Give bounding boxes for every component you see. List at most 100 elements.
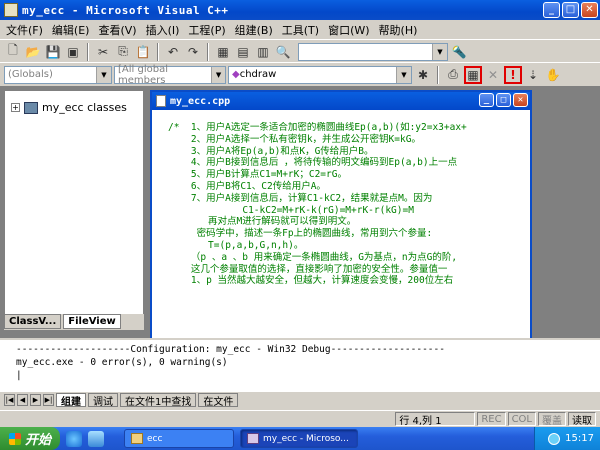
code-line: 6、用户B将C1、C2传给用户A。 — [168, 180, 326, 192]
chevron-down-icon[interactable]: ▼ — [396, 66, 411, 83]
toolbar-separator — [157, 42, 159, 61]
copy-icon[interactable]: ⎘ — [114, 43, 132, 61]
tab-next-icon[interactable]: ▶ — [30, 394, 41, 406]
new-file-icon[interactable]: 🗋 — [4, 43, 22, 61]
editor-close-button[interactable]: ✕ — [513, 93, 528, 107]
tab-classview[interactable]: ClassV... — [4, 314, 62, 329]
stop-build-icon[interactable]: ✕ — [484, 66, 502, 84]
menu-project[interactable]: 工程(P) — [188, 22, 225, 38]
app-icon — [4, 3, 18, 17]
find-combo[interactable]: ▼ — [298, 42, 448, 61]
editor-title-bar: my_ecc.cpp _ □ ✕ — [152, 92, 530, 110]
chevron-down-icon[interactable]: ▼ — [211, 66, 225, 83]
start-button[interactable]: 开始 — [0, 427, 60, 450]
class-combo[interactable]: (Globals) ▼ — [4, 65, 112, 84]
editor-title: my_ecc.cpp — [170, 95, 231, 107]
workspace-icon[interactable]: ▦ — [214, 43, 232, 61]
wizard-bar: (Globals) ▼ [All global members ▼ ◆chdraw ▼… — [0, 62, 600, 86]
tab-first-icon[interactable]: |◀ — [4, 394, 15, 406]
menu-help[interactable]: 帮助(H) — [379, 22, 418, 38]
folder-icon — [131, 433, 143, 444]
output-tabs: |◀ ◀ ▶ ▶| 组建 调试 在文件1中查找 在文件 — [0, 392, 600, 408]
execute-icon[interactable]: ! — [504, 65, 522, 84]
go-debug-icon[interactable]: ⇣ — [524, 66, 542, 84]
msvc-icon — [247, 433, 259, 444]
tab-find-in-files-2[interactable]: 在文件 — [198, 393, 239, 408]
paste-icon[interactable]: 📋 — [134, 43, 152, 61]
standard-toolbar: 🗋 📂 💾 ▣ ✂ ⎘ 📋 ↶ ↷ ▦ ▤ ▥ 🔍 ▼ 🔦 — [0, 39, 600, 63]
build-icon[interactable]: ▦ — [464, 65, 482, 84]
tab-find-in-files-1[interactable]: 在文件1中查找 — [120, 393, 197, 408]
editor-minimize-button[interactable]: _ — [479, 93, 494, 107]
menu-window[interactable]: 窗口(W) — [328, 22, 369, 38]
code-line: 密码学中，描述一条Fp上的椭圆曲线，常用到六个参量: — [168, 228, 433, 240]
code-line: 2、用户A选择一个私有密钥k，并生成公开密钥K=kG。 — [168, 133, 421, 145]
chevron-down-icon[interactable]: ▼ — [96, 66, 111, 83]
class-view-pane: + my_ecc classes — [4, 90, 144, 328]
output-text: --------------------Configuration: my_ec… — [16, 344, 445, 381]
code-line: 5、用户B计算点C1=M+rK；C2=rG。 — [168, 169, 347, 181]
menu-tools[interactable]: 工具(T) — [282, 22, 319, 38]
task-ecc[interactable]: ecc — [124, 429, 234, 448]
open-folder-icon[interactable]: 📂 — [24, 43, 42, 61]
menu-file[interactable]: 文件(F) — [6, 22, 43, 38]
code-line: T=(p,a,b,G,n,h)。 — [168, 239, 304, 251]
find-in-files-icon[interactable]: 🔍 — [274, 43, 292, 61]
code-line: （p 、a 、b 用来确定一条椭圆曲线，G为基点，n为点G的阶, — [168, 251, 458, 263]
overwrite-indicator: 覆盖 — [538, 412, 566, 427]
window-controls: _ □ ✕ — [543, 2, 598, 18]
network-icon[interactable] — [548, 432, 561, 445]
taskbar: 开始 ecc my_ecc - Microso... 15:17 — [0, 427, 600, 450]
text-cursor: | — [16, 370, 22, 381]
menu-insert[interactable]: 插入(I) — [146, 22, 180, 38]
read-indicator: 读取 — [568, 412, 596, 427]
breakpoint-icon[interactable]: ✋ — [544, 66, 562, 84]
tab-build[interactable]: 组建 — [56, 393, 86, 408]
window-list-icon[interactable]: ▥ — [254, 43, 272, 61]
save-all-icon[interactable]: ▣ — [64, 43, 82, 61]
save-icon[interactable]: 💾 — [44, 43, 62, 61]
col-indicator: COL — [507, 412, 536, 426]
function-icon: ◆ — [232, 69, 240, 80]
chevron-down-icon[interactable]: ▼ — [432, 43, 447, 60]
compile-icon[interactable]: ⎙ — [444, 66, 462, 84]
redo-icon[interactable]: ↷ — [184, 43, 202, 61]
menu-edit[interactable]: 编辑(E) — [52, 22, 90, 38]
tab-prev-icon[interactable]: ◀ — [17, 394, 28, 406]
code-line: C1-kC2=M+rK-k(rG)=M+rK-r(kG)=M — [168, 204, 414, 216]
classes-icon — [24, 101, 38, 114]
menu-build[interactable]: 组建(B) — [235, 22, 273, 38]
code-line: /* 1、用户A选定一条适合加密的椭圆曲线Ep(a,b)(如:y2=x3+ax+ — [168, 122, 467, 133]
task-msvc[interactable]: my_ecc - Microso... — [240, 429, 358, 448]
wizard-action-icon[interactable]: ✱ — [414, 66, 432, 84]
tab-debug[interactable]: 调试 — [88, 393, 118, 408]
undo-icon[interactable]: ↶ — [164, 43, 182, 61]
menu-view[interactable]: 查看(V) — [98, 22, 136, 38]
show-desktop-icon[interactable] — [88, 430, 104, 447]
ie-icon[interactable] — [66, 430, 82, 447]
close-button[interactable]: ✕ — [581, 2, 598, 18]
minimize-button[interactable]: _ — [543, 2, 560, 18]
maximize-button[interactable]: □ — [562, 2, 579, 18]
output-window-icon[interactable]: ▤ — [234, 43, 252, 61]
code-editor[interactable]: /* 1、用户A选定一条适合加密的椭圆曲线Ep(a,b)(如:y2=x3+ax+… — [168, 122, 534, 340]
members-combo[interactable]: [All global members ▼ — [114, 64, 226, 86]
menu-bar: 文件(F) 编辑(E) 查看(V) 插入(I) 工程(P) 组建(B) 工具(T… — [0, 20, 600, 39]
cut-icon[interactable]: ✂ — [94, 43, 112, 61]
class-tree-root[interactable]: + my_ecc classes — [11, 101, 127, 114]
editor-maximize-button[interactable]: □ — [496, 93, 511, 107]
code-line: 1、p 当然越大越安全，但越大，计算速度会变慢，200位左右 — [168, 275, 454, 287]
code-line: 4、用户B接到信息后 ，将待传输的明文编码到Ep(a,b)上一点 — [168, 157, 458, 169]
tab-last-icon[interactable]: ▶| — [43, 394, 54, 406]
document-icon — [156, 95, 166, 107]
editor-window: my_ecc.cpp _ □ ✕ /* 1、用户A选定一条适合加密的椭圆曲线Ep… — [150, 90, 532, 340]
rec-indicator: REC — [477, 412, 506, 426]
window-title: my_ecc - Microsoft Visual C++ — [22, 3, 229, 17]
find-icon[interactable]: 🔦 — [450, 43, 468, 61]
toolbar-separator — [207, 42, 209, 61]
status-bar: 行 4,列 1 REC COL 覆盖 读取 — [0, 410, 600, 427]
code-line: 7、用户A接到信息后，计算C1-kC2，结果就是点M。因为 — [168, 192, 433, 204]
expand-icon[interactable]: + — [11, 103, 20, 112]
tab-fileview[interactable]: FileView — [63, 314, 121, 329]
function-combo[interactable]: ◆chdraw ▼ — [228, 65, 412, 84]
